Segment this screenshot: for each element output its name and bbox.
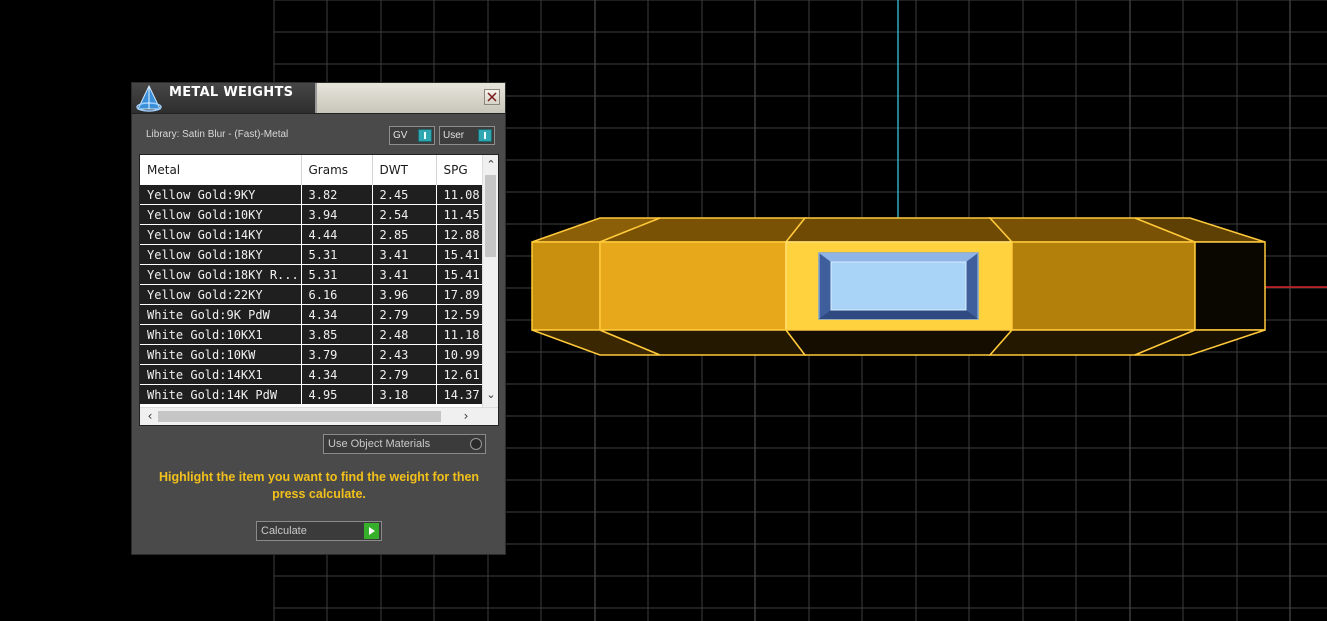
scroll-left-icon[interactable]: ‹: [142, 408, 158, 425]
cell-spg: 12.88: [436, 224, 483, 245]
play-arrow-icon[interactable]: [364, 523, 379, 539]
cell-dwt: 2.43: [372, 344, 437, 365]
calculate-label: Calculate: [261, 525, 307, 537]
cell-metal: White Gold:14K PdW: [140, 384, 302, 404]
cell-dwt: 3.41: [372, 244, 437, 265]
table-row[interactable]: White Gold:9K PdW 4.34 2.79 12.59: [140, 304, 483, 325]
cell-dwt: 2.79: [372, 364, 437, 385]
cell-metal: Yellow Gold:22KY: [140, 284, 302, 305]
cell-spg: 15.41: [436, 264, 483, 285]
scroll-down-icon[interactable]: ⌄: [483, 387, 498, 403]
cell-dwt: 2.79: [372, 304, 437, 325]
user-toggle-indicator: [478, 129, 492, 142]
cell-grams: 4.44: [301, 224, 373, 245]
vertical-scrollbar[interactable]: ⌃ ⌄: [482, 155, 498, 407]
gv-toggle-label: GV: [393, 130, 408, 141]
gv-toggle[interactable]: GV: [389, 126, 435, 145]
panel-titlebar[interactable]: METAL WEIGHTS: [132, 83, 505, 114]
column-header-spg[interactable]: SPG: [436, 155, 483, 185]
cell-grams: 5.31: [301, 264, 373, 285]
cell-grams: 3.94: [301, 204, 373, 225]
cell-grams: 4.34: [301, 304, 373, 325]
cell-metal: Yellow Gold:18KY R...: [140, 264, 302, 285]
table-row[interactable]: Yellow Gold:18KY 5.31 3.41 15.41: [140, 244, 483, 265]
panel-title-tab: METAL WEIGHTS: [132, 83, 317, 113]
table-row[interactable]: White Gold:10KX1 3.85 2.48 11.18: [140, 324, 483, 345]
table-row[interactable]: White Gold:14KX1 4.34 2.79 12.61: [140, 364, 483, 385]
app-logo-icon: [136, 84, 162, 112]
cell-metal: Yellow Gold:10KY: [140, 204, 302, 225]
instructions-text: Highlight the item you want to find the …: [158, 470, 480, 501]
cell-spg: 14.37: [436, 384, 483, 404]
cell-metal: Yellow Gold:18KY: [140, 244, 302, 265]
cell-grams: 3.79: [301, 344, 373, 365]
scroll-right-icon[interactable]: ›: [458, 408, 474, 425]
cell-grams: 4.95: [301, 384, 373, 404]
cell-dwt: 3.96: [372, 284, 437, 305]
gemstone[interactable]: [818, 252, 979, 320]
library-label: Library: Satin Blur - (Fast)-Metal: [146, 129, 289, 140]
cell-grams: 5.31: [301, 244, 373, 265]
use-object-materials-radio-icon[interactable]: [470, 438, 482, 450]
column-header-metal[interactable]: Metal: [140, 155, 302, 185]
calculate-button[interactable]: Calculate: [256, 521, 382, 541]
table-row[interactable]: White Gold:10KW 3.79 2.43 10.99: [140, 344, 483, 365]
table-row[interactable]: Yellow Gold:10KY 3.94 2.54 11.45: [140, 204, 483, 225]
vertical-scroll-thumb[interactable]: [485, 175, 496, 257]
ring-model[interactable]: [531, 217, 1266, 356]
horizontal-scrollbar[interactable]: ‹ ›: [140, 407, 498, 425]
cell-metal: White Gold:10KW: [140, 344, 302, 365]
cell-metal: Yellow Gold:14KY: [140, 224, 302, 245]
close-button[interactable]: [484, 89, 500, 105]
close-icon: [487, 92, 497, 102]
cell-grams: 3.82: [301, 184, 373, 205]
cell-spg: 11.08: [436, 184, 483, 205]
cell-dwt: 2.45: [372, 184, 437, 205]
user-toggle-label: User: [443, 130, 465, 141]
panel-title: METAL WEIGHTS: [169, 85, 294, 100]
cell-metal: White Gold:9K PdW: [140, 304, 302, 325]
cell-dwt: 3.18: [372, 384, 437, 404]
cell-spg: 12.59: [436, 304, 483, 325]
cell-spg: 17.89: [436, 284, 483, 305]
horizontal-scroll-thumb[interactable]: [158, 411, 441, 422]
cell-spg: 12.61: [436, 364, 483, 385]
gv-toggle-indicator: [418, 129, 432, 142]
cell-grams: 3.85: [301, 324, 373, 345]
user-toggle[interactable]: User: [439, 126, 495, 145]
metal-table-container: Metal Grams DWT SPG Yellow Gold:9KY 3.82 2…: [139, 154, 499, 426]
cell-spg: 10.99: [436, 344, 483, 365]
cell-dwt: 2.54: [372, 204, 437, 225]
use-object-materials-label: Use Object Materials: [328, 438, 431, 450]
metal-table: Metal Grams DWT SPG Yellow Gold:9KY 3.82 2…: [140, 155, 483, 404]
table-row[interactable]: Yellow Gold:22KY 6.16 3.96 17.89: [140, 284, 483, 305]
cell-spg: 15.41: [436, 244, 483, 265]
cell-spg: 11.18: [436, 324, 483, 345]
table-row[interactable]: White Gold:14K PdW 4.95 3.18 14.37: [140, 384, 483, 404]
cell-grams: 4.34: [301, 364, 373, 385]
table-header-row: Metal Grams DWT SPG: [140, 155, 483, 185]
table-row[interactable]: Yellow Gold:9KY 3.82 2.45 11.08: [140, 184, 483, 205]
cell-metal: White Gold:14KX1: [140, 364, 302, 385]
column-header-grams[interactable]: Grams: [301, 155, 373, 185]
cell-dwt: 3.41: [372, 264, 437, 285]
scroll-up-icon[interactable]: ⌃: [483, 157, 498, 173]
metal-weights-panel: METAL WEIGHTS Library: Satin Blur - (Fas…: [131, 82, 506, 555]
cell-metal: White Gold:10KX1: [140, 324, 302, 345]
use-object-materials-option[interactable]: Use Object Materials: [323, 434, 486, 454]
cell-spg: 11.45: [436, 204, 483, 225]
cell-dwt: 2.48: [372, 324, 437, 345]
table-row[interactable]: Yellow Gold:14KY 4.44 2.85 12.88: [140, 224, 483, 245]
column-header-dwt[interactable]: DWT: [372, 155, 437, 185]
table-row[interactable]: Yellow Gold:18KY R... 5.31 3.41 15.41: [140, 264, 483, 285]
cell-metal: Yellow Gold:9KY: [140, 184, 302, 205]
cell-dwt: 2.85: [372, 224, 437, 245]
cell-grams: 6.16: [301, 284, 373, 305]
